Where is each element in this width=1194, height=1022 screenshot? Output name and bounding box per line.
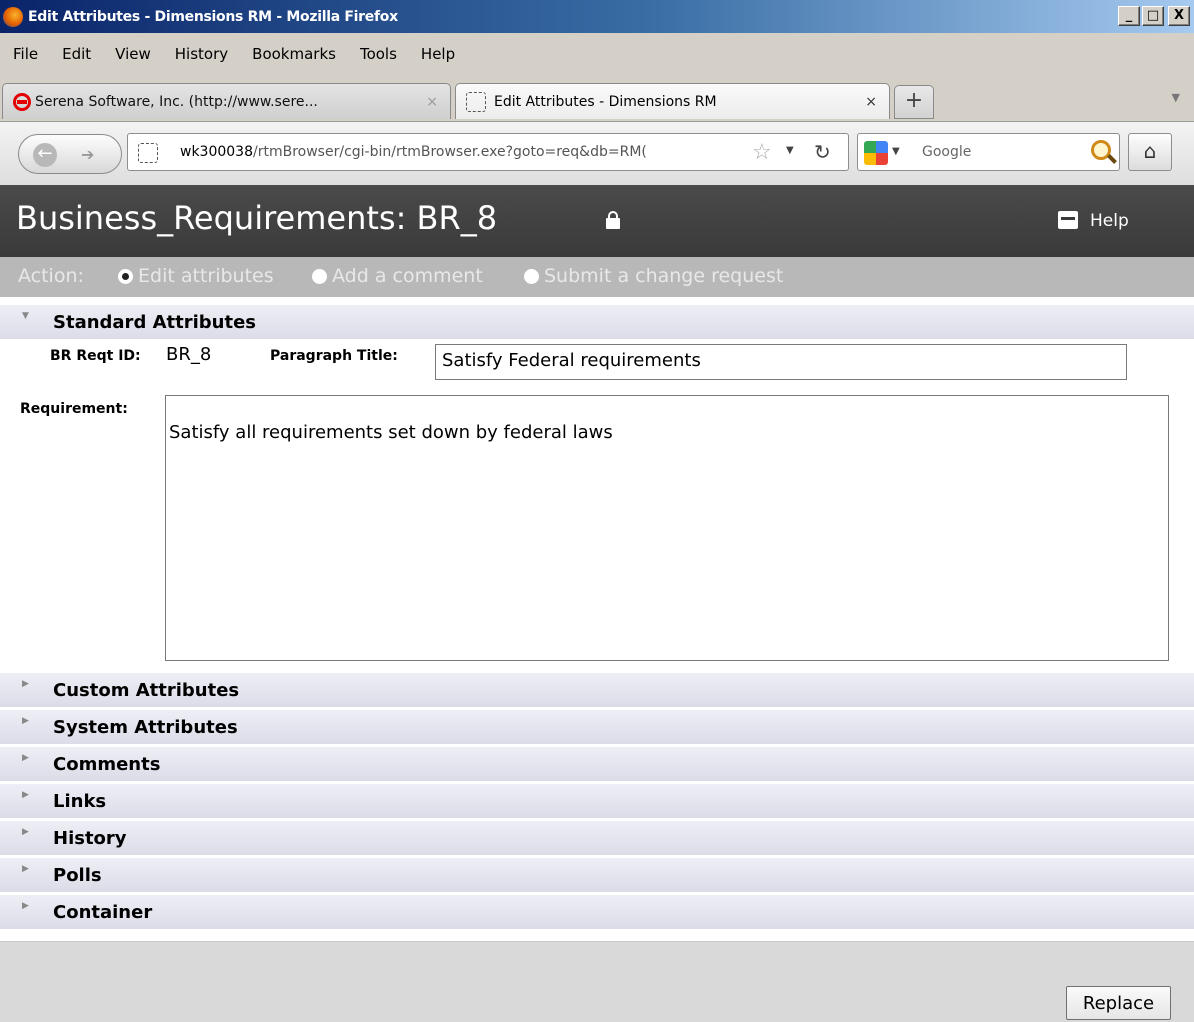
section-title: History — [53, 828, 127, 849]
window-title-bar: Edit Attributes - Dimensions RM - Mozill… — [0, 0, 1194, 33]
page-header: Business_Requirements: BR_8 Help — [0, 185, 1194, 257]
replace-button[interactable]: Replace — [1066, 986, 1171, 1020]
section-history[interactable]: ▶ History — [0, 820, 1194, 855]
radio-icon[interactable] — [524, 268, 539, 284]
tab-label: Edit Attributes - Dimensions RM — [494, 93, 717, 110]
back-arrow-icon[interactable]: ← — [33, 143, 57, 167]
search-engine-dropdown-icon[interactable]: ▼ — [892, 146, 900, 157]
section-title: Custom Attributes — [53, 680, 240, 701]
maximize-button[interactable]: □ — [1142, 6, 1164, 26]
menu-edit[interactable]: Edit — [50, 45, 103, 67]
firefox-icon — [3, 7, 23, 27]
section-custom-attributes[interactable]: ▶ Custom Attributes — [0, 672, 1194, 707]
google-icon[interactable] — [864, 141, 888, 165]
expanded-triangle-icon[interactable]: ▼ — [22, 311, 29, 321]
section-title: System Attributes — [53, 717, 238, 738]
url-history-dropdown-icon[interactable]: ▼ — [786, 145, 794, 156]
collapsed-triangle-icon[interactable]: ▶ — [22, 901, 29, 911]
window-title: Edit Attributes - Dimensions RM - Mozill… — [28, 9, 398, 25]
section-standard-attributes[interactable]: ▼ Standard Attributes — [0, 304, 1194, 339]
reqt-id-label: BR Reqt ID: — [50, 348, 141, 364]
requirement-textarea[interactable]: Satisfy all requirements set down by fed… — [165, 395, 1169, 661]
section-title: Standard Attributes — [53, 312, 257, 333]
paragraph-title-input[interactable]: Satisfy Federal requirements — [435, 344, 1127, 380]
menu-file[interactable]: File — [0, 45, 50, 67]
requirement-label: Requirement: — [20, 401, 128, 417]
action-edit-attributes-radio[interactable]: Edit attributes — [118, 265, 274, 287]
page-content: Business_Requirements: BR_8 Help Action:… — [0, 185, 1194, 1022]
section-links[interactable]: ▶ Links — [0, 783, 1194, 818]
section-title: Links — [53, 791, 107, 812]
bookmark-star-icon[interactable]: ☆ — [752, 140, 772, 165]
paragraph-title-label: Paragraph Title: — [270, 348, 398, 364]
radio-selected-icon[interactable] — [118, 268, 133, 284]
section-polls[interactable]: ▶ Polls — [0, 857, 1194, 892]
tab-label: Serena Software, Inc. (http://www.sere..… — [35, 93, 318, 110]
back-forward-buttons: ← ➔ — [18, 134, 122, 174]
tab-strip: Serena Software, Inc. (http://www.sere..… — [0, 83, 1194, 121]
printer-icon[interactable] — [1058, 211, 1078, 229]
action-bar: Action: Edit attributes Add a comment Su… — [0, 257, 1194, 297]
footer-bar: Replace — [0, 941, 1194, 1022]
radio-label: Edit attributes — [138, 265, 274, 287]
action-add-comment-radio[interactable]: Add a comment — [312, 265, 483, 287]
collapsed-triangle-icon[interactable]: ▶ — [22, 827, 29, 837]
minimize-button[interactable]: _ — [1118, 6, 1140, 26]
navigation-bar: ← ➔ wk300038/rtmBrowser/cgi-bin/rtmBrows… — [0, 121, 1194, 185]
section-container[interactable]: ▶ Container — [0, 894, 1194, 929]
menu-bookmarks[interactable]: Bookmarks — [240, 45, 348, 67]
radio-label: Add a comment — [332, 265, 483, 287]
home-icon: ⌂ — [1143, 139, 1157, 163]
action-label: Action: — [18, 265, 84, 287]
collapsed-triangle-icon[interactable]: ▶ — [22, 753, 29, 763]
site-identity-icon[interactable] — [138, 143, 158, 163]
section-comments[interactable]: ▶ Comments — [0, 746, 1194, 781]
close-window-button[interactable]: X — [1168, 6, 1190, 26]
new-tab-button[interactable]: + — [894, 85, 934, 119]
section-system-attributes[interactable]: ▶ System Attributes — [0, 709, 1194, 744]
reload-icon[interactable]: ↻ — [814, 140, 831, 164]
menu-view[interactable]: View — [103, 45, 163, 67]
close-tab-icon[interactable]: × — [426, 94, 438, 110]
menu-bar: File Edit View History Bookmarks Tools H… — [0, 45, 467, 67]
close-tab-icon[interactable]: × — [865, 94, 877, 110]
menu-history[interactable]: History — [163, 45, 240, 67]
url-text[interactable]: wk300038/rtmBrowser/cgi-bin/rtmBrowser.e… — [180, 144, 740, 160]
menu-help[interactable]: Help — [409, 45, 467, 67]
radio-icon[interactable] — [312, 268, 327, 284]
page-icon — [466, 91, 486, 112]
section-title: Comments — [53, 754, 161, 775]
collapsed-triangle-icon[interactable]: ▶ — [22, 790, 29, 800]
tab-serena[interactable]: Serena Software, Inc. (http://www.sere..… — [2, 83, 451, 119]
collapsed-triangle-icon[interactable]: ▶ — [22, 864, 29, 874]
radio-label: Submit a change request — [544, 265, 784, 287]
search-bar[interactable]: ▼ Google — [857, 133, 1120, 171]
search-placeholder: Google — [922, 144, 972, 160]
collapsed-triangle-icon[interactable]: ▶ — [22, 716, 29, 726]
section-title: Polls — [53, 865, 102, 886]
reqt-id-value: BR_8 — [166, 344, 212, 365]
section-title: Container — [53, 902, 153, 923]
search-icon[interactable] — [1091, 140, 1111, 160]
serena-icon — [13, 92, 31, 111]
tab-edit-attributes[interactable]: Edit Attributes - Dimensions RM × — [455, 83, 890, 119]
action-submit-change-request-radio[interactable]: Submit a change request — [524, 265, 783, 287]
page-title: Business_Requirements: BR_8 — [16, 199, 498, 237]
home-button[interactable]: ⌂ — [1128, 133, 1172, 171]
lock-icon — [606, 211, 620, 229]
tab-list-icon[interactable]: ▼ — [1172, 91, 1180, 104]
help-link[interactable]: Help — [1090, 211, 1129, 231]
collapsed-triangle-icon[interactable]: ▶ — [22, 679, 29, 689]
window-controls: _ □ X — [1118, 6, 1190, 26]
forward-arrow-icon[interactable]: ➔ — [81, 145, 94, 164]
url-bar[interactable]: wk300038/rtmBrowser/cgi-bin/rtmBrowser.e… — [127, 133, 849, 171]
menu-tools[interactable]: Tools — [348, 45, 409, 67]
